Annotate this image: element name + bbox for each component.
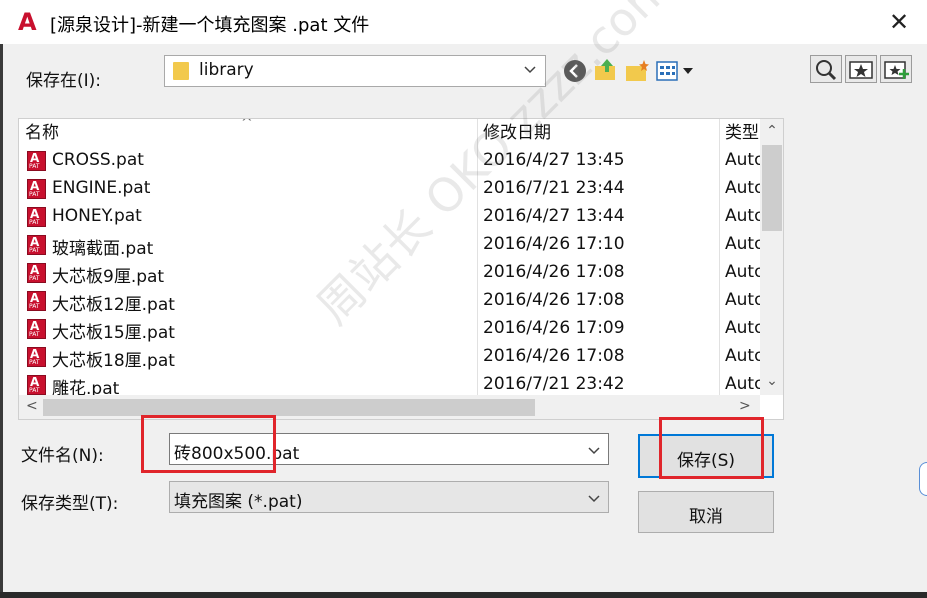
horizontal-scrollbar[interactable]: < > xyxy=(19,395,760,419)
cancel-button-label: 取消 xyxy=(689,507,723,527)
up-folder-icon[interactable] xyxy=(593,56,619,82)
pat-file-icon: A PAT xyxy=(27,235,46,255)
scroll-up-icon[interactable]: ⌃ xyxy=(764,123,780,139)
favorites-icon xyxy=(849,61,873,79)
horizontal-scroll-thumb[interactable] xyxy=(43,399,535,416)
file-modified-date: 2016/4/26 17:08 xyxy=(483,346,625,366)
search-web-icon xyxy=(816,60,837,81)
file-type: Auto xyxy=(725,234,765,254)
cancel-button[interactable]: 取消 xyxy=(638,491,774,533)
close-button[interactable]: ✕ xyxy=(885,8,913,36)
file-row[interactable]: A PAT 大芯板18厘.pat 2016/4/26 17:08 Auto xyxy=(19,343,764,371)
chevron-down-icon[interactable] xyxy=(588,444,600,456)
file-name: 大芯板15厘.pat xyxy=(52,323,175,343)
filetype-value: 填充图案 (*.pat) xyxy=(174,492,303,512)
pat-file-icon: A PAT xyxy=(27,179,46,199)
save-in-combo[interactable]: library xyxy=(164,55,546,87)
file-row[interactable]: A PAT 大芯板9厘.pat 2016/4/26 17:08 Auto xyxy=(19,259,764,287)
search-web-button[interactable] xyxy=(810,55,842,83)
file-type: Auto xyxy=(725,346,765,366)
file-row[interactable]: A PAT 大芯板15厘.pat 2016/4/26 17:09 Auto xyxy=(19,315,764,343)
vertical-scrollbar[interactable]: ⌃ ⌄ xyxy=(760,119,783,395)
sort-ascending-icon: ^ xyxy=(241,118,253,131)
file-modified-date: 2016/7/21 23:44 xyxy=(483,178,625,198)
new-folder-icon[interactable] xyxy=(624,58,650,84)
pat-file-icon: A PAT xyxy=(27,263,46,283)
file-name: 大芯板9厘.pat xyxy=(52,267,165,287)
favorites-button[interactable] xyxy=(845,55,877,83)
taskbar-strip xyxy=(0,592,927,598)
file-list[interactable]: 名称 ^ 修改日期 类型 A PAT CROSS.pat 2016/4/27 13:4… xyxy=(18,118,784,420)
back-icon[interactable] xyxy=(562,58,588,84)
highlight-box-filename xyxy=(141,415,276,473)
pat-file-icon: A PAT xyxy=(27,291,46,311)
pat-file-icon: A PAT xyxy=(27,375,46,395)
chevron-down-icon xyxy=(524,66,536,74)
chevron-down-icon xyxy=(588,495,600,503)
file-name: HONEY.pat xyxy=(52,206,142,226)
views-menu-icon[interactable] xyxy=(655,60,697,82)
file-name: ENGINE.pat xyxy=(52,178,151,198)
file-modified-date: 2016/4/26 17:10 xyxy=(483,234,625,254)
save-dialog: A [源泉设计]-新建一个填充图案 .pat 文件 ✕ 保存在(I): libr… xyxy=(0,0,927,592)
folder-icon xyxy=(173,62,189,80)
filetype-label: 保存类型(T): xyxy=(21,494,119,514)
scroll-down-icon[interactable]: ⌄ xyxy=(764,373,780,389)
file-name: 玻璃截面.pat xyxy=(52,239,154,259)
backdrop-edge xyxy=(0,44,3,592)
file-modified-date: 2016/4/26 17:09 xyxy=(483,318,625,338)
file-modified-date: 2016/7/21 23:42 xyxy=(483,374,625,394)
pat-file-icon: A PAT xyxy=(27,207,46,227)
file-modified-date: 2016/4/27 13:44 xyxy=(483,206,625,226)
filename-label: 文件名(N): xyxy=(21,446,104,466)
file-modified-date: 2016/4/27 13:45 xyxy=(483,150,625,170)
add-favorite-button[interactable] xyxy=(880,55,912,83)
save-in-folder: library xyxy=(199,60,254,80)
file-row[interactable]: A PAT 玻璃截面.pat 2016/4/26 17:10 Auto xyxy=(19,231,764,259)
file-type: Auto xyxy=(725,374,765,394)
vertical-scroll-thumb[interactable] xyxy=(762,145,782,231)
window-title: [源泉设计]-新建一个填充图案 .pat 文件 xyxy=(50,15,370,36)
column-header-date[interactable]: 修改日期 xyxy=(477,119,719,147)
scroll-left-icon[interactable]: < xyxy=(26,398,38,414)
add-favorite-icon xyxy=(884,61,909,79)
file-row[interactable]: A PAT ENGINE.pat 2016/7/21 23:44 Auto xyxy=(19,175,764,203)
scroll-right-icon[interactable]: > xyxy=(739,398,751,414)
file-row[interactable]: A PAT HONEY.pat 2016/4/27 13:44 Auto xyxy=(19,203,764,231)
file-type: Auto xyxy=(725,150,765,170)
file-type: Auto xyxy=(725,262,765,282)
file-type: Auto xyxy=(725,178,765,198)
file-type: Auto xyxy=(725,318,765,338)
file-type: Auto xyxy=(725,206,765,226)
file-modified-date: 2016/4/26 17:08 xyxy=(483,262,625,282)
file-name: 大芯板18厘.pat xyxy=(52,351,175,371)
file-type: Auto xyxy=(725,290,765,310)
pat-file-icon: A PAT xyxy=(27,319,46,339)
file-modified-date: 2016/4/26 17:08 xyxy=(483,290,625,310)
file-name: 大芯板12厘.pat xyxy=(52,295,175,315)
autocad-logo-icon: A xyxy=(18,8,37,36)
side-handle[interactable] xyxy=(919,462,927,496)
pat-file-icon: A PAT xyxy=(27,347,46,367)
file-name: CROSS.pat xyxy=(52,150,144,170)
pat-file-icon: A PAT xyxy=(27,151,46,171)
highlight-box-save xyxy=(659,417,764,479)
title-bar: A [源泉设计]-新建一个填充图案 .pat 文件 ✕ xyxy=(0,0,927,44)
save-in-label: 保存在(I): xyxy=(26,71,102,91)
filetype-select[interactable]: 填充图案 (*.pat) xyxy=(169,481,609,513)
file-row[interactable]: A PAT 大芯板12厘.pat 2016/4/26 17:08 Auto xyxy=(19,287,764,315)
file-row[interactable]: A PAT CROSS.pat 2016/4/27 13:45 Auto xyxy=(19,147,764,175)
